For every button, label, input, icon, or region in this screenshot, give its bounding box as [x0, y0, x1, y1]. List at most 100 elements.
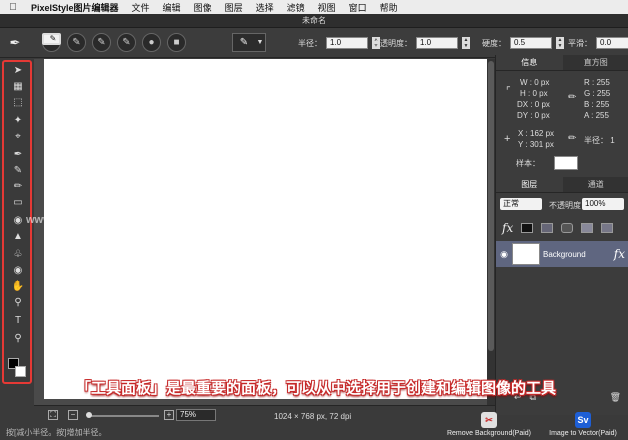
tab-channels[interactable]: 通道: [563, 177, 628, 192]
info-w: W : 0 px: [520, 78, 550, 87]
brush-preset-icon[interactable]: ●: [142, 33, 161, 52]
zoom-slider-knob[interactable]: [86, 412, 92, 418]
watermark: www.MacZ.com: [26, 214, 109, 226]
scissors-icon: ✂: [481, 412, 497, 428]
menu-edit[interactable]: 编辑: [158, 1, 189, 14]
layer-style-icon[interactable]: [581, 223, 594, 233]
layers-tabs: 图层 通道: [496, 177, 628, 193]
eraser-tool-icon[interactable]: ▭: [7, 196, 29, 210]
zoom-slider[interactable]: [89, 415, 159, 417]
brush-preset-icon[interactable]: ■: [167, 33, 186, 52]
window-title: 未命名: [0, 14, 628, 28]
opacity-stepper[interactable]: ▲ ▼: [462, 37, 470, 49]
zoom-out-button[interactable]: −: [68, 410, 78, 420]
status-bar: ⛶ − + 75% 1024 × 768 px, 72 dpi: [34, 405, 495, 425]
info-x: X : 162 px: [518, 129, 555, 138]
fit-screen-icon[interactable]: ⛶: [48, 410, 58, 420]
hardness-field: 硬度： 0.5 ▲ ▼: [482, 37, 564, 49]
layer-style-icon[interactable]: [561, 223, 574, 233]
tab-histogram[interactable]: 直方图: [563, 55, 628, 70]
layer-opacity-select[interactable]: 100%: [582, 198, 624, 210]
opacity-input[interactable]: 1.0: [416, 37, 458, 49]
apple-icon[interactable]: : [0, 2, 26, 13]
hand-tool-icon[interactable]: ✋: [7, 280, 29, 294]
brush-tool-icon[interactable]: ✒: [7, 148, 29, 162]
menu-select[interactable]: 选择: [251, 1, 282, 14]
canvas-area: [34, 59, 490, 405]
eye-icon[interactable]: ◉: [496, 249, 512, 260]
layer-opacity-label: 不透明度: [549, 201, 581, 210]
zoom-in-button[interactable]: +: [164, 410, 174, 420]
fx-icon[interactable]: fx: [502, 221, 513, 235]
brush-mode-icon: ✎: [239, 37, 249, 48]
layer-row[interactable]: ◉ Background fx: [496, 241, 628, 267]
stamp-tool-icon[interactable]: ▲: [7, 230, 29, 244]
menu-window[interactable]: 窗口: [344, 1, 375, 14]
brush-preset-icon[interactable]: ✎: [67, 33, 86, 52]
background-color-swatch[interactable]: [15, 366, 26, 377]
magic-wand-tool-icon[interactable]: ✦: [7, 114, 29, 128]
menu-view[interactable]: 视图: [313, 1, 344, 14]
eyedropper-tool-icon[interactable]: ✏: [7, 180, 29, 194]
pencil-tool-icon[interactable]: ✎: [7, 164, 29, 178]
menu-layer[interactable]: 图层: [220, 1, 251, 14]
text-tool-icon[interactable]: T: [7, 314, 29, 328]
menu-image[interactable]: 图像: [189, 1, 220, 14]
selection-size-icon: ⌜: [506, 86, 511, 97]
smooth-input[interactable]: 0.0: [596, 37, 628, 49]
layer-thumbnail: [512, 243, 540, 265]
transform-tool-icon[interactable]: ▦: [7, 80, 29, 94]
tutorial-caption: 「工具面板」是最重要的面板，可以从中选择用于创建和编辑图像的工具: [75, 380, 556, 397]
tool-options-bar: ✒ ✎ ✎ ✎ ✎ ✎ ● ■ ✎ ▼ 半径： 1.0 ▲▼ 不透明度： 1.0…: [0, 28, 628, 58]
layer-style-icon[interactable]: [541, 223, 554, 233]
brush-presets: ✎ ✎ ✎ ✎ ✎ ● ■: [42, 33, 186, 52]
hardness-input[interactable]: 0.5: [510, 37, 552, 49]
crop-tool-icon[interactable]: ⌖: [7, 130, 29, 144]
info-g: G : 255: [584, 89, 611, 98]
menu-file[interactable]: 文件: [127, 1, 158, 14]
info-a: A : 255: [584, 111, 609, 120]
brush-mode-dropdown[interactable]: ✎ ▼: [232, 33, 266, 52]
vertical-scrollbar[interactable]: [487, 59, 495, 405]
tab-info[interactable]: 信息: [496, 55, 563, 70]
remove-background-button[interactable]: ✂ Remove Background(Paid): [444, 412, 534, 437]
hardness-stepper[interactable]: ▲ ▼: [556, 37, 564, 49]
brush-preset-icon[interactable]: ✎: [117, 33, 136, 52]
marquee-tool-icon[interactable]: ⬚: [7, 96, 29, 110]
blend-mode-select[interactable]: 正常: [500, 198, 542, 210]
layer-style-icon[interactable]: [521, 223, 534, 233]
image-to-vector-button[interactable]: Sv Image to Vector(Paid): [538, 412, 628, 437]
radius-field: 半径： 1.0 ▲ ▼: [298, 37, 380, 49]
trash-icon[interactable]: 🗑: [610, 392, 628, 403]
sv-logo-icon: Sv: [575, 412, 591, 428]
sample-color-swatch[interactable]: [554, 156, 578, 170]
tab-layers[interactable]: 图层: [496, 177, 563, 192]
brush-preset-icon[interactable]: ✎: [92, 33, 111, 52]
paint-bucket-tool-icon[interactable]: ♧: [7, 248, 29, 262]
layer-style-icon[interactable]: [601, 223, 614, 233]
app-menu[interactable]: PixelStyle图片编辑器: [26, 1, 127, 14]
right-panel: 信息 直方图 ⌜ W : 0 px H : 0 px DX : 0 px DY …: [495, 55, 628, 415]
zoom-input[interactable]: 75%: [176, 409, 216, 421]
radius-input[interactable]: 1.0: [326, 37, 368, 49]
magnifier-tool-icon[interactable]: ⚲: [7, 332, 29, 346]
move-tool-icon[interactable]: ➤: [7, 64, 29, 78]
info-dx: DX : 0 px: [517, 100, 550, 109]
radius-label: 半径：: [298, 38, 322, 48]
eyedropper-icon: ✏: [568, 133, 577, 144]
menu-filter[interactable]: 滤镜: [282, 1, 313, 14]
red-eye-tool-icon[interactable]: ◉: [7, 264, 29, 278]
menu-help[interactable]: 帮助: [375, 1, 406, 14]
document-canvas[interactable]: [44, 59, 490, 399]
zoom-tool-icon[interactable]: ⚲: [7, 296, 29, 310]
crosshair-icon: +: [504, 133, 511, 145]
brush-preset-icon[interactable]: ✎: [42, 33, 61, 45]
eyedropper-icon: ✏: [568, 92, 577, 103]
layer-effects-row: fx: [502, 220, 626, 236]
image-to-vector-label: Image to Vector(Paid): [549, 430, 617, 437]
status-hint: 按[减小半径。按]增加半径。: [6, 428, 107, 437]
scrollbar-thumb[interactable]: [488, 61, 494, 351]
menu-bar:  PixelStyle图片编辑器 文件 编辑 图像 图层 选择 滤镜 视图 窗…: [0, 0, 628, 14]
brush-tool-icon[interactable]: ✒: [6, 34, 24, 52]
fx-icon[interactable]: fx: [614, 247, 628, 261]
